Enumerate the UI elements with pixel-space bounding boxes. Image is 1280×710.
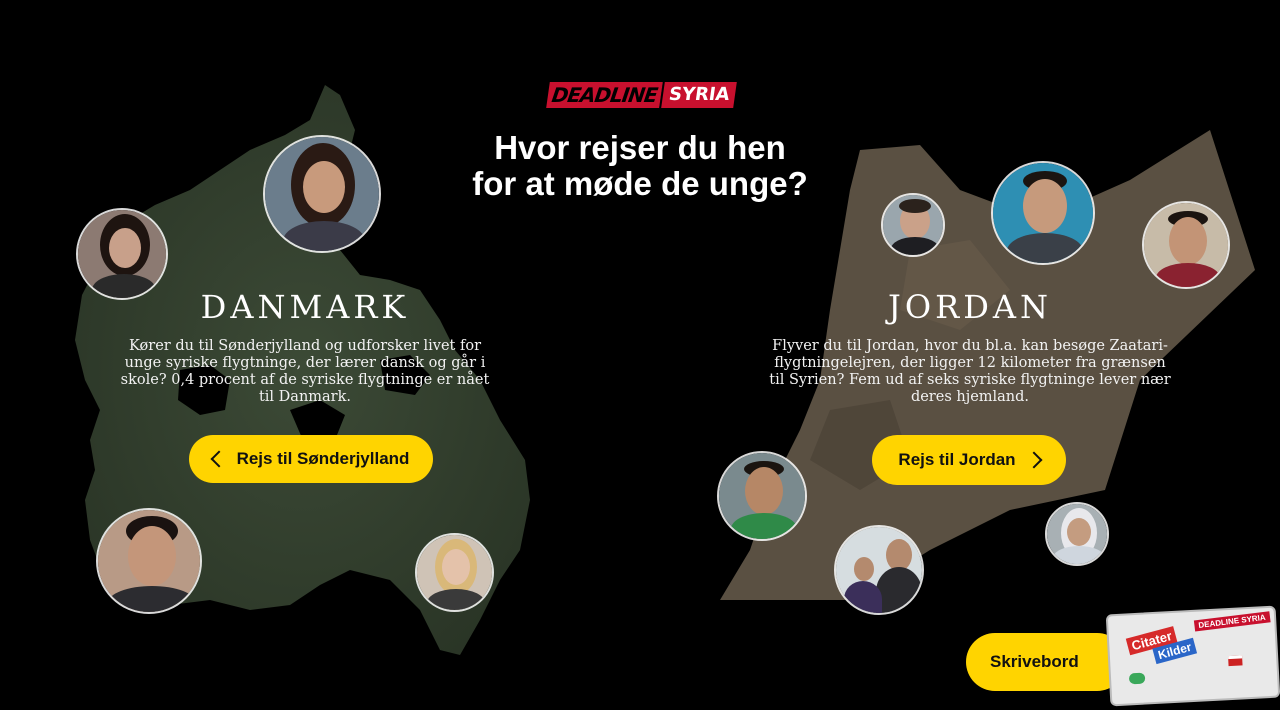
person-avatar-dk-1[interactable] xyxy=(263,135,381,253)
desk-button[interactable]: Skrivebord xyxy=(966,633,1126,691)
travel-jordan-label: Rejs til Jordan xyxy=(898,450,1016,469)
chevron-right-icon xyxy=(1025,451,1043,469)
flag-icon xyxy=(1228,655,1243,667)
jordan-description: Flyver du til Jordan, hvor du bl.a. kan … xyxy=(755,338,1185,406)
denmark-description: Kører du til Sønderjylland og udforsker … xyxy=(100,338,510,406)
person-avatar-jo-6[interactable] xyxy=(1045,502,1109,566)
laptop-desk[interactable]: Citater Kilder DEADLINE SYRIA xyxy=(1105,605,1280,707)
denmark-desc-line: skole? 0,4 procent af de syriske flygtni… xyxy=(120,372,490,388)
chat-bubble-icon xyxy=(1128,672,1146,685)
jordan-desc-line: flygtningelejren, der ligger 12 kilomete… xyxy=(774,355,1166,371)
denmark-title: DANMARK xyxy=(200,288,410,326)
desk-button-label: Skrivebord xyxy=(990,652,1079,671)
title-line-2: for at møde de unge? xyxy=(472,165,808,202)
person-avatar-dk-3[interactable] xyxy=(96,508,202,614)
logo-syria-text: SYRIA xyxy=(659,82,738,108)
jordan-desc-line: deres hjemland. xyxy=(910,389,1030,405)
person-avatar-dk-2[interactable] xyxy=(76,208,168,300)
person-avatar-jo-1[interactable] xyxy=(881,193,945,257)
deadline-syria-logo: DEADLINE SYRIA xyxy=(546,82,738,108)
chevron-left-icon xyxy=(210,450,228,468)
travel-denmark-label: Rejs til Sønderjylland xyxy=(236,449,410,468)
travel-denmark-button[interactable]: Rejs til Sønderjylland xyxy=(189,435,433,483)
denmark-desc-line: Kører du til Sønderjylland og udforsker … xyxy=(128,338,482,354)
denmark-desc-line: til Danmark. xyxy=(258,389,352,405)
person-avatar-jo-5[interactable] xyxy=(834,525,924,615)
person-avatar-dk-4[interactable] xyxy=(415,533,494,612)
page-title: Hvor rejser du hen for at møde de unge? xyxy=(440,130,840,202)
jordan-title: JORDAN xyxy=(888,288,1052,326)
travel-jordan-button[interactable]: Rejs til Jordan xyxy=(872,435,1066,485)
jordan-desc-line: Flyver du til Jordan, hvor du bl.a. kan … xyxy=(772,338,1168,354)
person-avatar-jo-4[interactable] xyxy=(717,451,807,541)
person-avatar-jo-2[interactable] xyxy=(991,161,1095,265)
jordan-desc-line: til Syrien? Fem ud af seks syriske flygt… xyxy=(769,372,1171,388)
denmark-desc-line: unge syriske flygtninge, der lærer dansk… xyxy=(124,355,486,371)
sticker-deadline-syria: DEADLINE SYRIA xyxy=(1193,611,1271,632)
logo-deadline-text: DEADLINE xyxy=(546,82,663,108)
title-line-1: Hvor rejser du hen xyxy=(494,129,786,166)
person-avatar-jo-3[interactable] xyxy=(1142,201,1230,289)
